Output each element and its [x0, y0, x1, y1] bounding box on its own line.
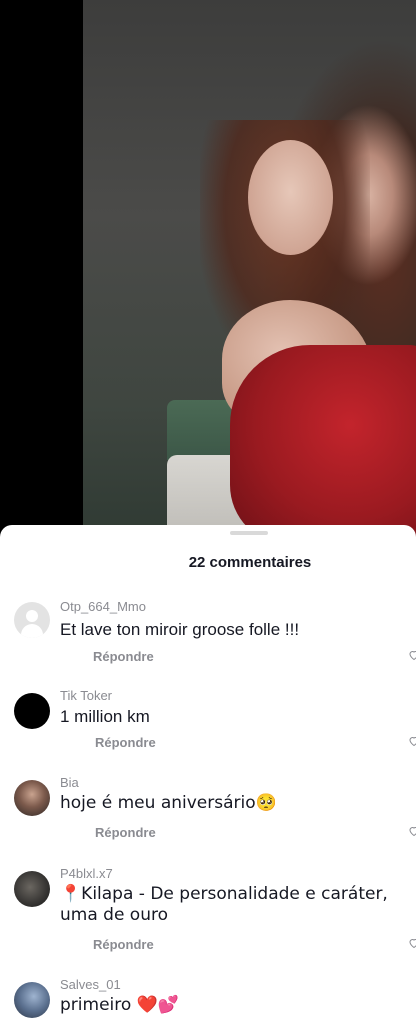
- heart-outline-icon[interactable]: [408, 825, 416, 837]
- comment-username[interactable]: Salves_01: [60, 977, 121, 992]
- avatar[interactable]: [14, 693, 50, 729]
- reply-button[interactable]: Répondre: [93, 649, 154, 664]
- comment-username[interactable]: Otp_664_Mmo: [60, 599, 146, 614]
- comment-username[interactable]: Tik Toker: [60, 688, 112, 703]
- reply-button[interactable]: Répondre: [95, 825, 156, 840]
- heart-outline-icon[interactable]: [408, 937, 416, 949]
- comment-text: hoje é meu aniversário🥺: [60, 793, 277, 813]
- video-player[interactable]: [0, 0, 416, 540]
- comment-username[interactable]: Bia: [60, 775, 79, 790]
- avatar[interactable]: [14, 871, 50, 907]
- avatar[interactable]: [14, 982, 50, 1018]
- video-person-face: [248, 140, 333, 255]
- default-avatar-icon[interactable]: [14, 602, 50, 638]
- drag-handle[interactable]: [230, 531, 268, 535]
- reply-button[interactable]: Répondre: [93, 937, 154, 952]
- comments-panel: 22 commentaires Otp_664_Mmo Et lave ton …: [0, 525, 416, 1024]
- avatar[interactable]: [14, 780, 50, 816]
- comment-text: Et lave ton miroir groose folle !!!: [60, 620, 300, 639]
- comment-text: 1 million km: [60, 707, 150, 726]
- video-person-dress: [230, 345, 416, 540]
- heart-outline-icon[interactable]: [408, 649, 416, 661]
- comments-count-title: 22 commentaires: [188, 554, 312, 571]
- comment-text: 📍Kilapa - De personalidade e caráter, um…: [60, 884, 388, 925]
- heart-outline-icon[interactable]: [408, 735, 416, 747]
- reply-button[interactable]: Répondre: [95, 735, 156, 750]
- comment-text: primeiro ❤️💕: [60, 995, 179, 1015]
- comment-username[interactable]: P4blxl.x7: [60, 866, 113, 881]
